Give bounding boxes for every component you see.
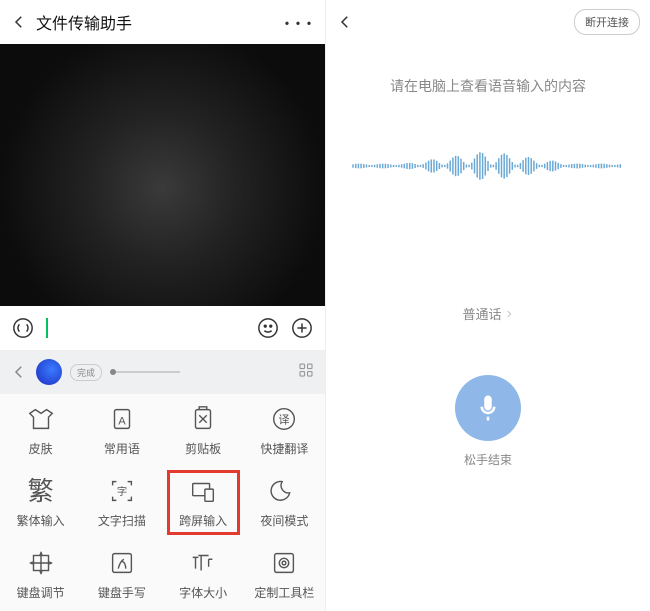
tool-label: 繁体输入: [17, 512, 65, 529]
voice-header: 断开连接: [326, 0, 650, 44]
translate-icon: 译: [269, 404, 299, 434]
tool-translate[interactable]: 译 快捷翻译: [244, 394, 325, 466]
back-icon[interactable]: [10, 13, 28, 31]
tool-label: 跨屏输入: [179, 512, 227, 529]
mic-icon: [473, 393, 503, 423]
disconnect-button[interactable]: 断开连接: [574, 9, 640, 35]
voice-hint: 请在电脑上查看语音输入的内容: [390, 76, 586, 96]
tool-phrases[interactable]: A 常用语: [81, 394, 162, 466]
tool-label: 夜间模式: [260, 512, 308, 529]
done-pill[interactable]: 完成: [70, 364, 102, 381]
tool-night[interactable]: 夜间模式: [244, 466, 325, 538]
keyboard-topbar: 完成: [0, 350, 325, 394]
scan-icon: 字: [107, 476, 137, 506]
letter-icon: A: [107, 404, 137, 434]
svg-text:译: 译: [279, 413, 290, 426]
input-row: [0, 306, 325, 350]
voice-body: 请在电脑上查看语音输入的内容 普通话 松手结束: [326, 44, 650, 611]
tool-label: 快捷翻译: [260, 440, 308, 457]
chat-title: 文件传输助手: [36, 10, 274, 34]
voice-back-icon[interactable]: [336, 13, 354, 31]
tool-label: 文字扫描: [98, 512, 146, 529]
resize-icon: [26, 548, 56, 578]
moon-icon: [269, 476, 299, 506]
fontsize-icon: [188, 548, 218, 578]
text-cursor: [46, 318, 48, 338]
tool-ocr[interactable]: 字 文字扫描: [81, 466, 162, 538]
waveform: [348, 148, 628, 184]
tool-custom[interactable]: 定制工具栏: [244, 539, 325, 611]
cross-screen-icon: [188, 476, 218, 506]
chat-panel: 文件传输助手 ･･･ 完成 皮肤: [0, 0, 326, 611]
gear-icon: [269, 548, 299, 578]
language-label: 普通话: [462, 304, 501, 323]
kb-back-icon[interactable]: [10, 363, 28, 381]
tool-label: 键盘手写: [98, 584, 146, 601]
chevron-right-icon: [504, 309, 514, 319]
mic-label: 松手结束: [464, 451, 512, 468]
mini-slider[interactable]: [110, 371, 180, 373]
mic-button[interactable]: [455, 375, 521, 441]
svg-text:字: 字: [117, 485, 127, 498]
tool-skin[interactable]: 皮肤: [0, 394, 81, 466]
fan-icon: 繁: [28, 478, 54, 504]
tool-resize[interactable]: 键盘调节: [0, 539, 81, 611]
tool-label: 键盘调节: [17, 584, 65, 601]
language-select[interactable]: 普通话: [462, 304, 513, 323]
handwrite-icon: [107, 548, 137, 578]
svg-text:A: A: [118, 415, 126, 427]
tool-label: 皮肤: [29, 440, 53, 457]
tool-label: 剪贴板: [185, 440, 221, 457]
voice-icon[interactable]: [12, 317, 34, 339]
message-input[interactable]: [46, 315, 245, 341]
message-image[interactable]: [0, 44, 325, 306]
tool-clipboard[interactable]: 剪贴板: [163, 394, 244, 466]
apps-icon[interactable]: [297, 361, 315, 384]
tool-label: 定制工具栏: [254, 584, 314, 601]
clipboard-icon: [188, 404, 218, 434]
tool-label: 字体大小: [179, 584, 227, 601]
message-input-field[interactable]: [48, 315, 245, 341]
voice-panel: 断开连接 请在电脑上查看语音输入的内容 普通话 松手结束: [326, 0, 650, 611]
more-icon[interactable]: ･･･: [282, 8, 315, 37]
emoji-icon[interactable]: [257, 317, 279, 339]
tool-handwrite[interactable]: 键盘手写: [81, 539, 162, 611]
plus-icon[interactable]: [291, 317, 313, 339]
tool-grid: 皮肤 A 常用语 剪贴板 译 快捷翻译 繁 繁体输入 字 文字扫描 跨屏输入 夜…: [0, 394, 325, 611]
tool-fontsize[interactable]: 字体大小: [163, 539, 244, 611]
shirt-icon: [26, 404, 56, 434]
ime-avatar[interactable]: [36, 359, 62, 385]
tool-trad[interactable]: 繁 繁体输入: [0, 466, 81, 538]
tool-label: 常用语: [104, 440, 140, 457]
tool-cross-screen[interactable]: 跨屏输入: [163, 466, 244, 538]
chat-header: 文件传输助手 ･･･: [0, 0, 325, 44]
mic-area: 松手结束: [455, 375, 521, 468]
